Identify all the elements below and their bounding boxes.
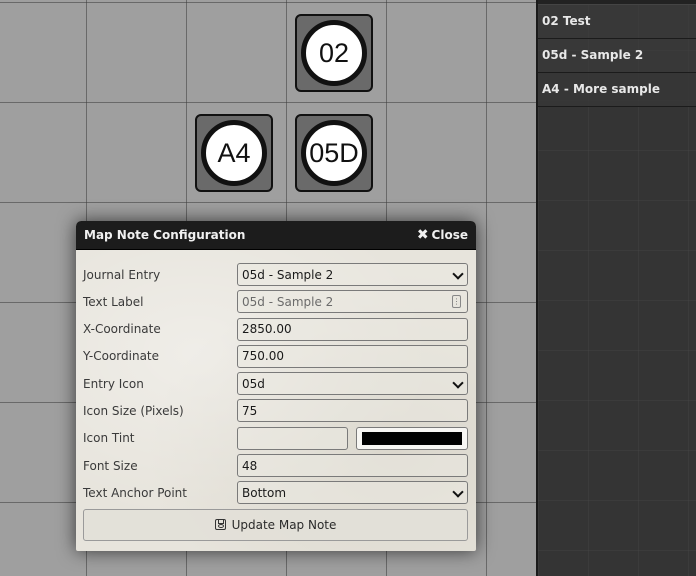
- close-button[interactable]: ✖ Close: [417, 228, 468, 242]
- journal-entry-item[interactable]: A4 - More sample: [538, 73, 696, 107]
- journal-entry-item[interactable]: 02 Test: [538, 5, 696, 39]
- text-anchor-label: Text Anchor Point: [83, 485, 187, 500]
- icon-tint-color-picker[interactable]: [356, 426, 468, 450]
- icon-size-input[interactable]: 75: [237, 399, 468, 423]
- update-map-note-label: Update Map Note: [231, 517, 337, 532]
- icon-tint-label: Icon Tint: [83, 431, 135, 446]
- text-anchor-select[interactable]: Bottom: [237, 481, 468, 505]
- x-coordinate-input[interactable]: 2850.00: [237, 317, 468, 341]
- map-note-label: A4: [201, 120, 267, 186]
- y-coordinate-input[interactable]: 750.00: [237, 344, 468, 368]
- text-anchor-row: Text Anchor Point Bottom: [83, 481, 468, 505]
- journal-entry-label: Journal Entry: [83, 267, 161, 282]
- font-size-input[interactable]: 48: [237, 454, 468, 478]
- icon-size-label: Icon Size (Pixels): [83, 403, 184, 418]
- text-label-input[interactable]: 05d - Sample 2 ⋮: [237, 290, 468, 314]
- icon-tint-group: [237, 426, 468, 450]
- text-label-row: Text Label 05d - Sample 2 ⋮: [83, 290, 468, 314]
- update-map-note-button[interactable]: Update Map Note: [83, 508, 468, 541]
- x-coordinate-label: X-Coordinate: [83, 322, 161, 337]
- dialog-title: Map Note Configuration: [84, 228, 246, 242]
- icon-size-row: Icon Size (Pixels) 75: [83, 399, 468, 423]
- map-note-a4[interactable]: A4: [195, 114, 273, 192]
- y-coordinate-row: Y-Coordinate 750.00: [83, 344, 468, 368]
- font-size-row: Font Size 48: [83, 454, 468, 478]
- font-size-label: Font Size: [83, 458, 138, 473]
- dialog-header[interactable]: Map Note Configuration ✖ Close: [76, 221, 476, 250]
- save-icon: [214, 519, 226, 531]
- journal-entry-row: Journal Entry 05d - Sample 2: [83, 263, 468, 286]
- map-note-05d[interactable]: 05D: [295, 114, 373, 192]
- map-note-02[interactable]: 02: [295, 14, 373, 92]
- entry-icon-row: Entry Icon 05d: [83, 372, 468, 396]
- journal-entry-item[interactable]: 05d - Sample 2: [538, 39, 696, 73]
- entry-icon-select[interactable]: 05d: [237, 372, 468, 396]
- close-icon: ✖: [416, 227, 429, 243]
- y-coordinate-label: Y-Coordinate: [83, 349, 160, 364]
- x-coordinate-row: X-Coordinate 2850.00: [83, 317, 468, 341]
- dialog-body: Journal Entry 05d - Sample 2 Text Label …: [76, 250, 476, 541]
- color-swatch: [362, 431, 462, 445]
- close-label: Close: [431, 228, 468, 242]
- journal-sidebar: 02 Test 05d - Sample 2 A4 - More sample: [536, 0, 696, 576]
- map-note-config-dialog: Map Note Configuration ✖ Close Journal E…: [76, 221, 476, 551]
- map-note-label: 02: [301, 20, 367, 86]
- icon-tint-row: Icon Tint: [83, 426, 468, 450]
- text-label-placeholder: 05d - Sample 2: [242, 294, 334, 309]
- autofill-icon: ⋮: [452, 295, 461, 309]
- icon-tint-input[interactable]: [237, 426, 348, 450]
- journal-entry-select[interactable]: 05d - Sample 2: [237, 263, 468, 286]
- map-note-label: 05D: [301, 120, 367, 186]
- entry-icon-label: Entry Icon: [83, 376, 144, 391]
- text-label-label: Text Label: [83, 294, 144, 309]
